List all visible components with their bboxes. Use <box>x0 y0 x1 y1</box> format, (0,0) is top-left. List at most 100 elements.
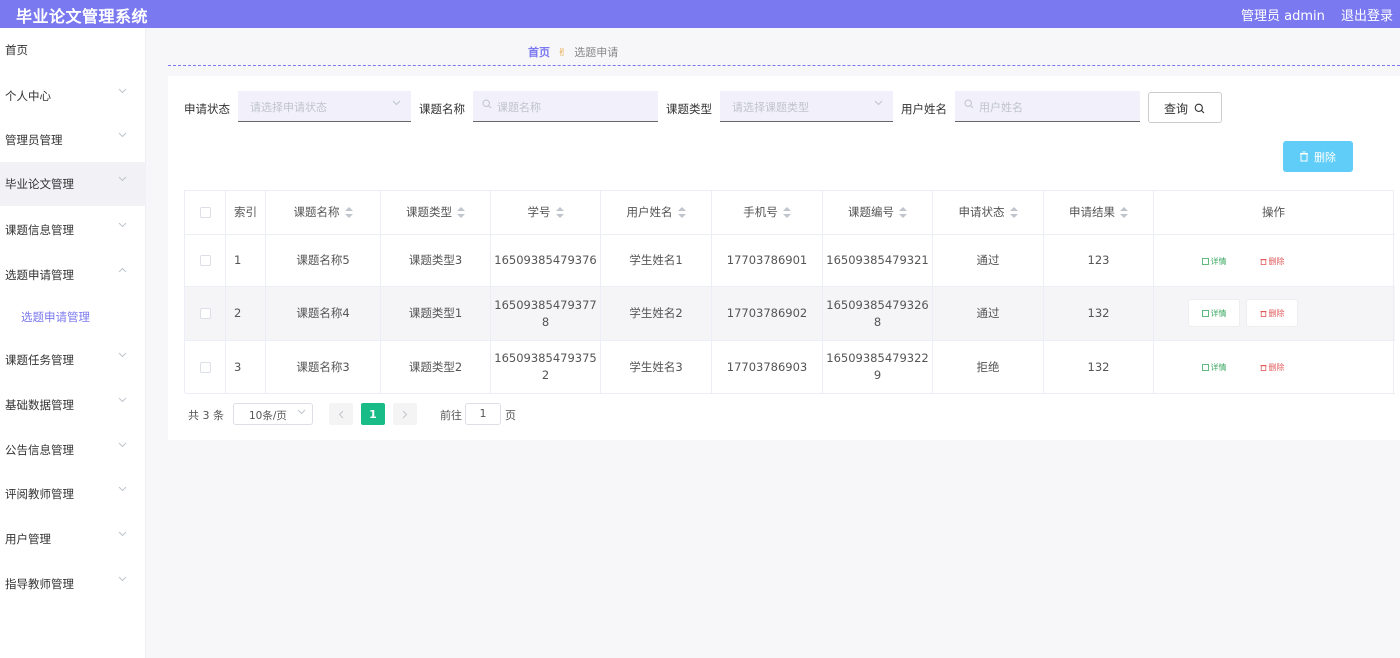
column-header-phone[interactable]: 手机号 <box>712 191 823 234</box>
sort-icon[interactable] <box>1120 206 1128 219</box>
column-header-topic-no[interactable]: 课题编号 <box>823 191 933 234</box>
sidebar-item-announcements[interactable]: 公告信息管理 <box>0 428 146 472</box>
column-header-label: 课题类型 <box>406 205 452 219</box>
chevron-up-icon <box>118 266 128 276</box>
page-size-select[interactable]: 10条/页 <box>233 403 313 425</box>
sort-icon[interactable] <box>344 206 353 219</box>
row-select-cell <box>185 287 226 340</box>
logout-link[interactable]: 退出登录 <box>1341 5 1393 24</box>
sidebar-item-personal-center[interactable]: 个人中心 <box>0 74 146 118</box>
trash-icon <box>1260 310 1266 317</box>
cell-index: 2 <box>226 287 266 340</box>
column-header-status[interactable]: 申请状态 <box>933 191 1044 234</box>
cell-text: 16509385479377 <box>494 297 597 312</box>
trash-icon <box>1260 258 1266 265</box>
column-header-topic-name[interactable]: 课题名称 <box>266 191 381 234</box>
delete-button[interactable]: 删除 <box>1246 353 1298 381</box>
sort-icon[interactable] <box>555 206 564 219</box>
column-header-topic-type[interactable]: 课题类型 <box>381 191 491 234</box>
status-select[interactable]: 请选择申请状态 <box>238 91 411 122</box>
sort-icon[interactable] <box>1009 206 1018 219</box>
search-icon <box>1194 103 1205 114</box>
column-header-result[interactable]: 申请结果 <box>1044 191 1154 234</box>
detail-button[interactable]: 详情 <box>1188 353 1240 381</box>
sidebar-item-base-data[interactable]: 基础数据管理 <box>0 383 146 427</box>
prev-page-button[interactable] <box>329 403 353 425</box>
sidebar-subitem-topic-application[interactable]: 选题申请管理 <box>0 297 146 337</box>
column-header-label: 索引 <box>234 205 257 219</box>
chevron-down-icon <box>118 131 128 141</box>
table-header-row: 索引 课题名称 课题类型 学号 用户姓名 手机号 课题编号 申请状态 申请结果 … <box>185 191 1395 235</box>
sidebar-item-thesis[interactable]: 毕业论文管理 <box>0 162 146 206</box>
cell-topic-type: 课题类型1 <box>381 287 491 340</box>
sidebar-item-reviewer[interactable]: 评阅教师管理 <box>0 472 146 516</box>
cell-actions: 详情 删除 <box>1154 235 1394 286</box>
cell-topic-name: 课题名称3 <box>266 341 381 393</box>
delete-button[interactable]: 删除 <box>1246 299 1298 327</box>
cell-phone: 17703786902 <box>712 287 823 340</box>
column-header-username[interactable]: 用户姓名 <box>601 191 712 234</box>
sidebar-item-topic-info[interactable]: 课题信息管理 <box>0 208 146 252</box>
column-header-label: 用户姓名 <box>626 205 673 219</box>
data-table: 索引 课题名称 课题类型 学号 用户姓名 手机号 课题编号 申请状态 申请结果 … <box>184 190 1395 394</box>
chevron-down-icon <box>874 99 883 109</box>
table-row: 1 课题名称5 课题类型3 16509385479376 学生姓名1 17703… <box>185 235 1395 287</box>
breadcrumb-current: 选题申请 <box>574 46 619 59</box>
sidebar-item-topic-task[interactable]: 课题任务管理 <box>0 338 146 382</box>
row-checkbox[interactable] <box>199 255 211 266</box>
cell-text-wrap: 2 <box>541 368 550 382</box>
delete-button[interactable]: 删除 <box>1246 247 1298 275</box>
breadcrumb-divider <box>168 65 1400 66</box>
cell-topic-name: 课题名称5 <box>266 235 381 286</box>
sidebar-item-label: 用户管理 <box>5 532 51 546</box>
cell-topic-no: 16509385479326 8 <box>823 287 933 340</box>
chevron-down-icon <box>297 408 306 418</box>
sort-icon[interactable] <box>457 206 465 219</box>
detail-button[interactable]: 详情 <box>1188 299 1240 327</box>
row-select-cell <box>185 235 226 286</box>
topic-name-input[interactable]: 课题名称 <box>473 91 658 122</box>
bulk-delete-button[interactable]: 删除 <box>1283 141 1353 172</box>
breadcrumb: 首页 ✌ 选题申请 <box>528 44 618 60</box>
cell-result: 123 <box>1044 235 1154 286</box>
hand-icon: ✌ <box>557 46 567 59</box>
table-row: 2 课题名称4 课题类型1 16509385479377 8 学生姓名2 1770… <box>185 287 1395 341</box>
goto-page-input[interactable]: 1 <box>465 403 501 425</box>
cell-username: 学生姓名3 <box>601 341 712 393</box>
column-header-label: 课题名称 <box>293 205 340 219</box>
cell-username: 学生姓名2 <box>601 287 712 340</box>
sidebar-item-admin[interactable]: 管理员管理 <box>0 118 146 162</box>
page-button-current[interactable]: 1 <box>361 403 385 425</box>
topic-type-select[interactable]: 请选择课题类型 <box>720 91 893 122</box>
sidebar: 首页 个人中心 管理员管理 毕业论文管理 课题信息管理 选题申请管理 选题申请管… <box>0 28 146 658</box>
select-all-checkbox[interactable] <box>199 207 211 218</box>
sidebar-item-home[interactable]: 首页 <box>0 28 146 72</box>
sort-icon[interactable] <box>677 206 686 219</box>
row-checkbox[interactable] <box>199 361 211 373</box>
cell-actions: 详情 删除 <box>1154 341 1394 393</box>
cell-student-id: 16509385479377 8 <box>491 287 601 340</box>
cell-status: 拒绝 <box>933 341 1044 393</box>
column-header-label: 学号 <box>527 205 551 219</box>
chevron-down-icon <box>118 575 128 585</box>
cell-text: 16509385479326 <box>826 297 929 312</box>
sort-icon[interactable] <box>782 206 791 219</box>
search-button[interactable]: 查询 <box>1148 92 1222 123</box>
search-button-label: 查询 <box>1164 102 1189 116</box>
breadcrumb-home[interactable]: 首页 <box>528 46 550 59</box>
detail-button[interactable]: 详情 <box>1188 247 1240 275</box>
sort-icon[interactable] <box>899 206 907 219</box>
sidebar-item-topic-application[interactable]: 选题申请管理 <box>0 253 146 297</box>
sidebar-item-supervisor[interactable]: 指导教师管理 <box>0 562 146 606</box>
cell-status: 通过 <box>933 235 1044 286</box>
column-header-student-id[interactable]: 学号 <box>491 191 601 234</box>
next-page-button[interactable] <box>393 403 417 425</box>
username-input[interactable]: 用户姓名 <box>955 91 1140 122</box>
cell-phone: 17703786901 <box>712 235 823 286</box>
row-checkbox[interactable] <box>199 308 211 319</box>
cell-result: 132 <box>1044 341 1154 393</box>
cell-index: 1 <box>226 235 266 286</box>
current-user: 管理员 admin <box>1241 9 1325 24</box>
sidebar-item-users[interactable]: 用户管理 <box>0 517 146 561</box>
chevron-down-icon <box>118 485 128 495</box>
